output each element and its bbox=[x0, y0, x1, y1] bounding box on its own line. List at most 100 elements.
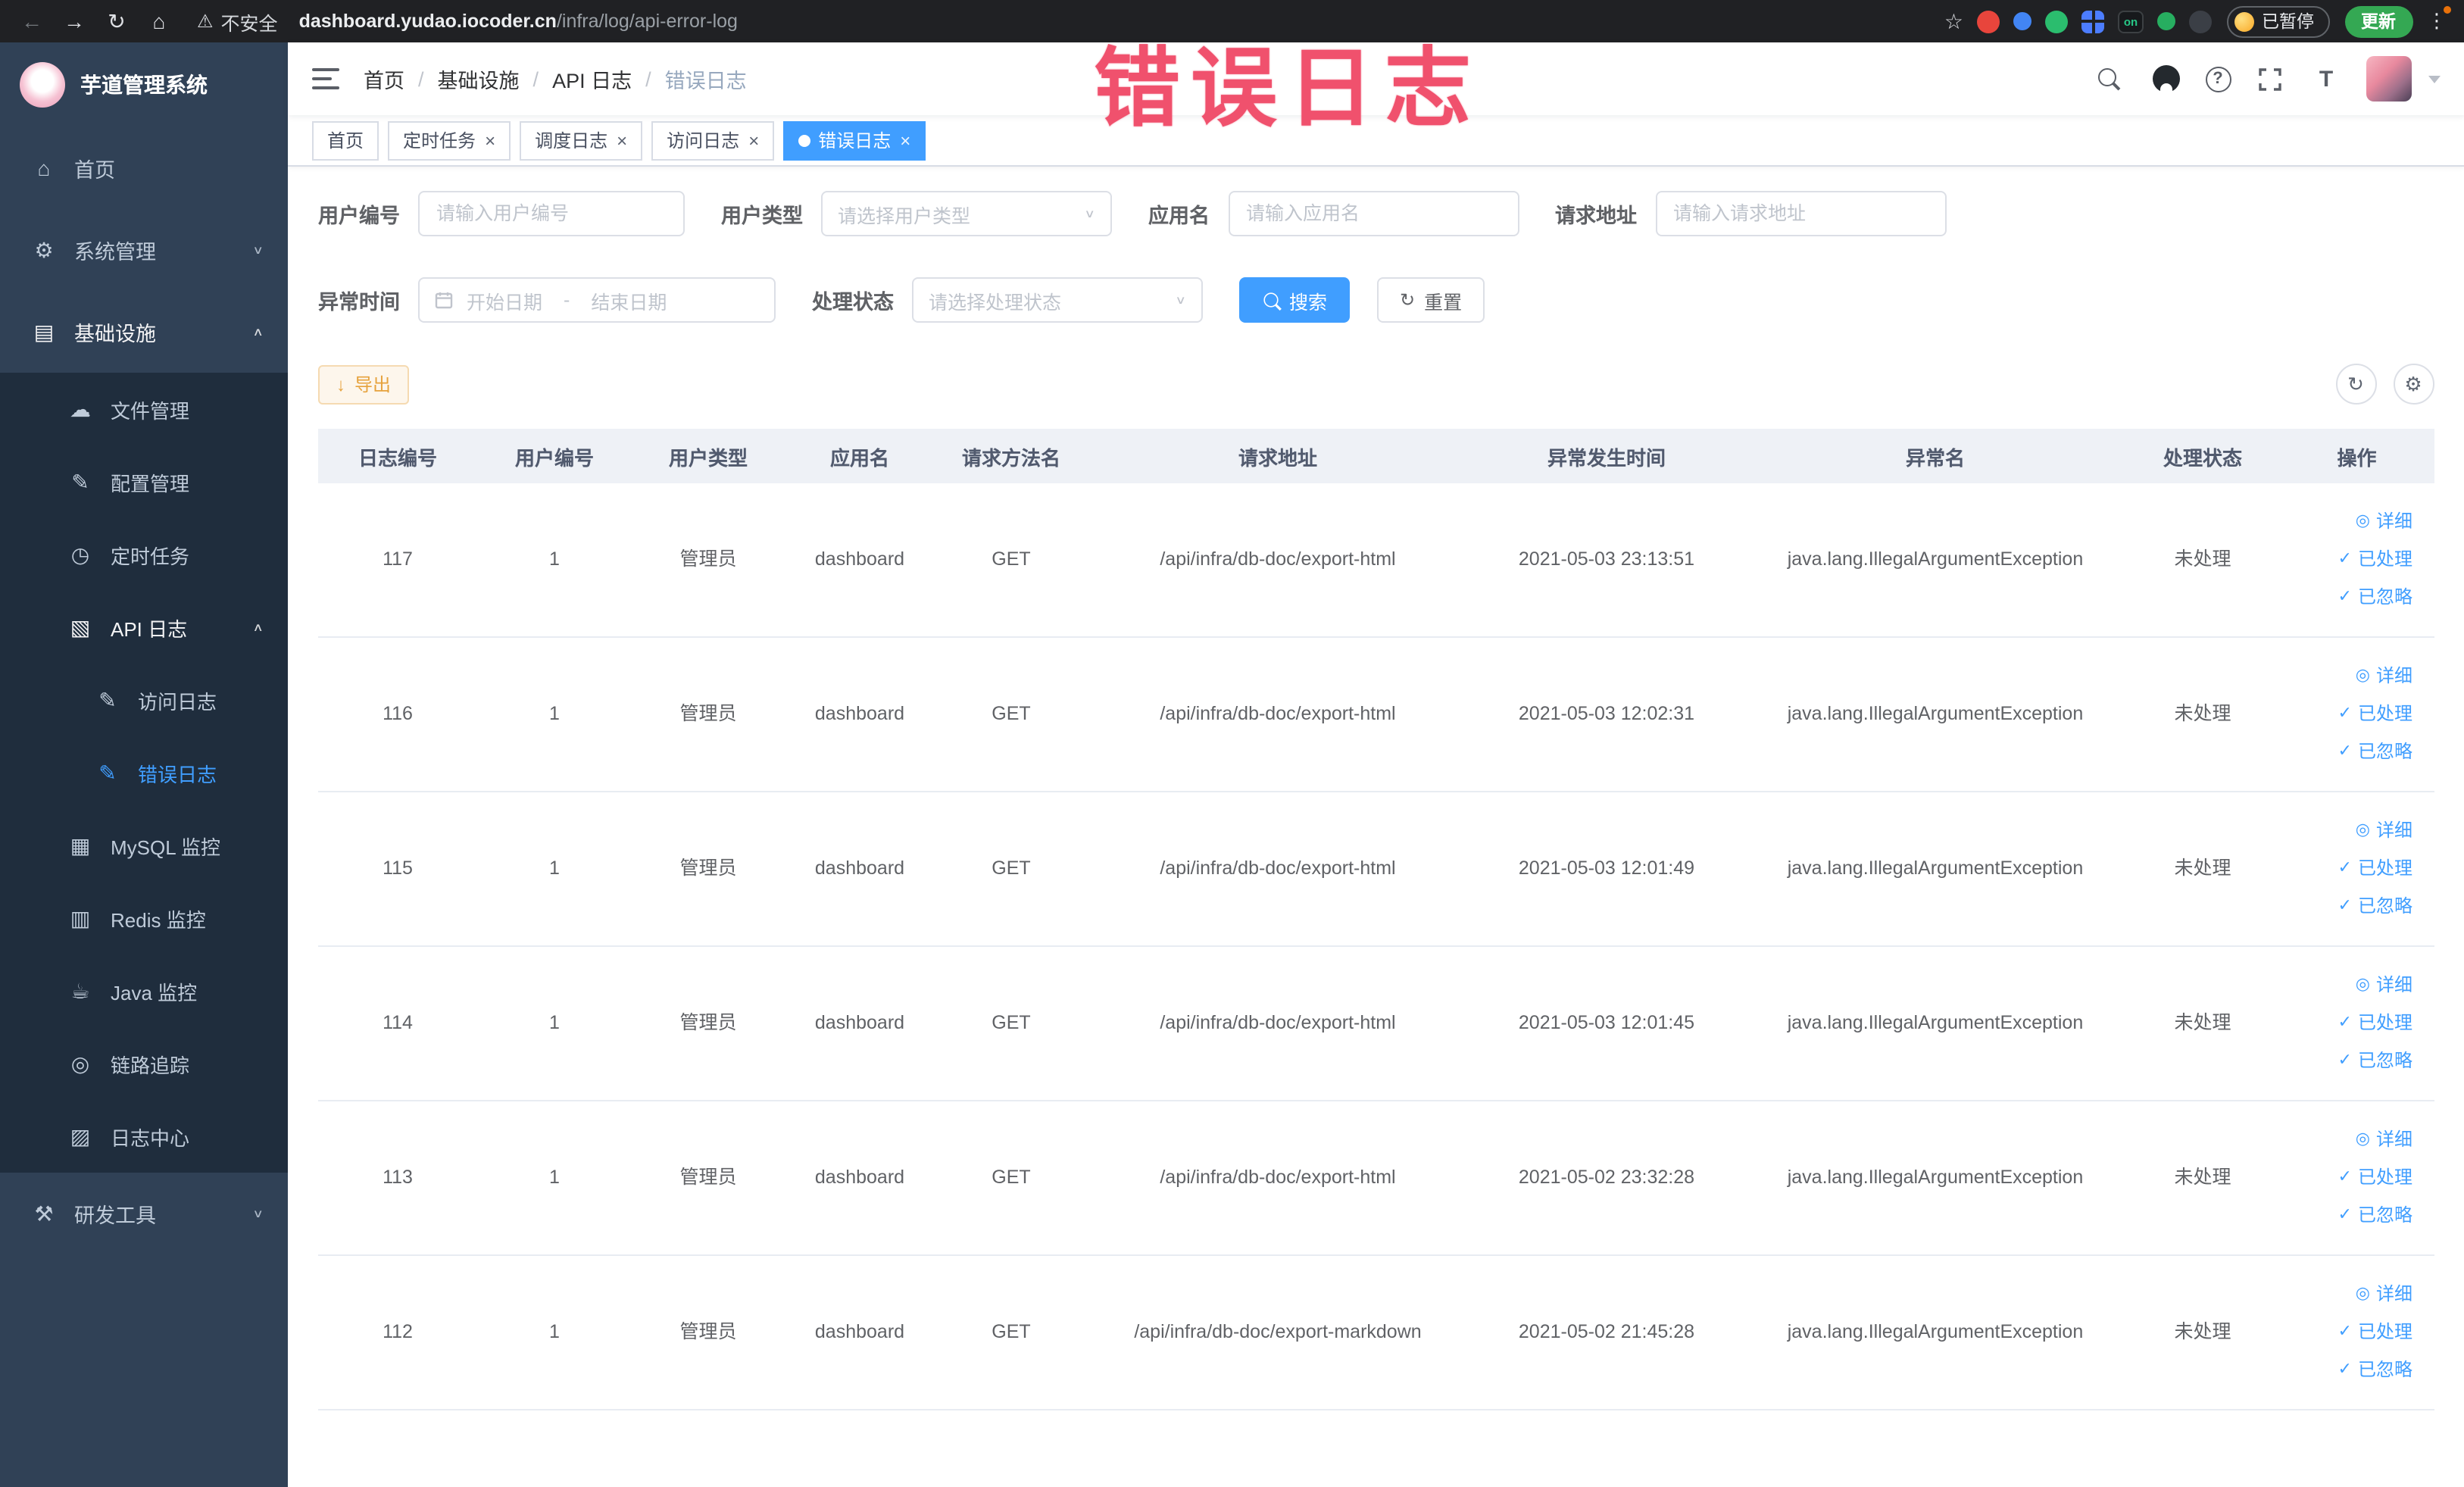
cell-user_id: 1 bbox=[549, 1167, 560, 1189]
cell-url: /api/infra/db-doc/export-html bbox=[1160, 1167, 1396, 1189]
exception-time-range-picker[interactable]: 开始日期 - 结束日期 bbox=[418, 277, 776, 323]
access-log-icon: ✎ bbox=[98, 687, 117, 711]
user-type-select[interactable]: 请选择用户类型 ∨ bbox=[821, 191, 1112, 236]
cell-user_type: 管理员 bbox=[679, 1167, 737, 1189]
hamburger-icon[interactable] bbox=[312, 68, 339, 89]
ignored-link[interactable]: ✓ 已忽略 bbox=[2338, 1197, 2412, 1235]
fullscreen-icon[interactable] bbox=[2253, 62, 2287, 95]
user-type-label: 用户类型 bbox=[721, 205, 803, 227]
sidebar-item-trace[interactable]: ◎ 链路追踪 bbox=[0, 1027, 288, 1100]
sidebar-item-log-center[interactable]: ▨ 日志中心 bbox=[0, 1100, 288, 1173]
cloud-icon: ☁ bbox=[70, 396, 91, 420]
browser-menu-icon[interactable]: ⋮ bbox=[2422, 3, 2452, 39]
extension-icon-6[interactable] bbox=[2157, 12, 2175, 30]
processed-link[interactable]: ✓ 已处理 bbox=[2338, 541, 2412, 579]
sidebar-item-dev-tools[interactable]: ⚒ 研发工具 ∨ bbox=[0, 1173, 288, 1254]
page-content: 用户编号 用户类型 请选择用户类型 ∨ 应用名 bbox=[288, 167, 2464, 1487]
edit-icon: ✎ bbox=[71, 469, 89, 493]
extension-icon-2[interactable] bbox=[2013, 12, 2031, 30]
ignored-link[interactable]: ✓ 已忽略 bbox=[2338, 1351, 2412, 1389]
ignored-link[interactable]: ✓ 已忽略 bbox=[2338, 579, 2412, 617]
update-button[interactable]: 更新 bbox=[2344, 5, 2412, 37]
help-icon[interactable]: ? bbox=[2205, 66, 2231, 92]
processed-link-label: 已处理 bbox=[2357, 1167, 2412, 1188]
sidebar-item-home[interactable]: ⌂ 首页 bbox=[0, 127, 288, 209]
sidebar-item-config[interactable]: ✎ 配置管理 bbox=[0, 445, 288, 518]
reset-button[interactable]: ↻ 重置 bbox=[1377, 277, 1485, 323]
processed-link[interactable]: ✓ 已处理 bbox=[2338, 1004, 2412, 1042]
tab-error-log[interactable]: 错误日志 × bbox=[783, 120, 926, 160]
cell-time: 2021-05-03 12:02:31 bbox=[1518, 703, 1695, 725]
ignored-link[interactable]: ✓ 已忽略 bbox=[2338, 1042, 2412, 1080]
sidebar-item-error-log[interactable]: ✎ 错误日志 bbox=[0, 736, 288, 809]
sidebar-item-mysql[interactable]: ▦ MySQL 监控 bbox=[0, 809, 288, 882]
processed-link[interactable]: ✓ 已处理 bbox=[2338, 1159, 2412, 1197]
forward-icon[interactable]: → bbox=[55, 3, 94, 39]
avatar[interactable] bbox=[2366, 56, 2411, 102]
extension-icon-7[interactable] bbox=[2189, 10, 2212, 33]
detail-link[interactable]: ◎ 详细 bbox=[2356, 658, 2412, 695]
check-icon: ✓ bbox=[2338, 588, 2352, 606]
close-icon[interactable]: × bbox=[617, 131, 627, 149]
detail-link[interactable]: ◎ 详细 bbox=[2356, 1276, 2412, 1314]
cell-method: GET bbox=[992, 858, 1031, 879]
sidebar-item-job[interactable]: ◷ 定时任务 bbox=[0, 518, 288, 591]
reload-icon[interactable]: ↻ bbox=[97, 3, 136, 39]
sidebar-item-java[interactable]: ☕ Java 监控 bbox=[0, 954, 288, 1027]
processed-link[interactable]: ✓ 已处理 bbox=[2338, 850, 2412, 888]
detail-link[interactable]: ◎ 详细 bbox=[2356, 812, 2412, 850]
tab-scheduled-jobs[interactable]: 定时任务 × bbox=[388, 120, 511, 160]
user-id-input[interactable] bbox=[418, 191, 685, 236]
home-icon[interactable]: ⌂ bbox=[139, 3, 179, 39]
chevron-down-icon[interactable] bbox=[2428, 75, 2440, 83]
github-icon[interactable] bbox=[2149, 62, 2182, 95]
ignored-link[interactable]: ✓ 已忽略 bbox=[2338, 888, 2412, 926]
check-icon: ✓ bbox=[2338, 1051, 2352, 1070]
detail-link[interactable]: ◎ 详细 bbox=[2356, 967, 2412, 1004]
column-header-actions: 操作 bbox=[2337, 446, 2377, 469]
sidebar-item-api-log[interactable]: ▧ API 日志 ∧ bbox=[0, 591, 288, 664]
extension-icon-5[interactable]: on bbox=[2118, 10, 2144, 33]
sidebar-item-file[interactable]: ☁ 文件管理 bbox=[0, 373, 288, 445]
processed-link[interactable]: ✓ 已处理 bbox=[2338, 695, 2412, 733]
extension-icon-3[interactable] bbox=[2045, 10, 2068, 33]
search-button[interactable]: 搜索 bbox=[1239, 277, 1351, 323]
export-button[interactable]: ↓ 导出 bbox=[318, 364, 410, 404]
breadcrumb-item[interactable]: 基础设施 bbox=[438, 64, 520, 94]
app-name-input[interactable] bbox=[1228, 191, 1519, 236]
processed-link[interactable]: ✓ 已处理 bbox=[2338, 1314, 2412, 1351]
sidebar-item-label: Redis 监控 bbox=[111, 908, 206, 931]
breadcrumb-item[interactable]: 首页 bbox=[364, 64, 404, 94]
breadcrumb-item[interactable]: API 日志 bbox=[552, 64, 632, 94]
back-icon[interactable]: ← bbox=[12, 3, 52, 39]
close-icon[interactable]: × bbox=[485, 131, 495, 149]
tab-home[interactable]: 首页 bbox=[312, 120, 379, 160]
cell-app_name: dashboard bbox=[814, 1321, 905, 1343]
sidebar-item-label: MySQL 监控 bbox=[111, 836, 220, 858]
bookmark-star-icon[interactable]: ☆ bbox=[1944, 3, 1963, 39]
sidebar-item-system[interactable]: ⚙ 系统管理 ∨ bbox=[0, 209, 288, 291]
process-status-select[interactable]: 请选择处理状态 ∨ bbox=[912, 277, 1203, 323]
cell-method: GET bbox=[992, 703, 1031, 725]
extension-icon-1[interactable] bbox=[1977, 10, 2000, 33]
close-icon[interactable]: × bbox=[748, 131, 759, 149]
search-icon[interactable] bbox=[2093, 62, 2126, 95]
url-bar[interactable]: dashboard.yudao.iocoder.cn/infra/log/api… bbox=[299, 11, 1926, 32]
paused-badge[interactable]: 已暂停 bbox=[2227, 5, 2329, 37]
sidebar-item-infra[interactable]: ▤ 基础设施 ∧ bbox=[0, 291, 288, 373]
sidebar-item-access-log[interactable]: ✎ 访问日志 bbox=[0, 664, 288, 736]
detail-link[interactable]: ◎ 详细 bbox=[2356, 1121, 2412, 1159]
ignored-link[interactable]: ✓ 已忽略 bbox=[2338, 733, 2412, 771]
request-url-input[interactable] bbox=[1655, 191, 1946, 236]
refresh-button[interactable]: ↻ bbox=[2335, 364, 2376, 405]
font-size-icon[interactable]: T bbox=[2309, 62, 2343, 95]
column-settings-button[interactable]: ⚙ bbox=[2393, 364, 2434, 405]
app-logo[interactable]: 芋道管理系统 bbox=[0, 42, 288, 127]
sidebar-item-redis[interactable]: ▥ Redis 监控 bbox=[0, 882, 288, 954]
extension-icon-4[interactable] bbox=[2081, 10, 2104, 33]
detail-link[interactable]: ◎ 详细 bbox=[2356, 503, 2412, 541]
tab-access-log[interactable]: 访问日志 × bbox=[651, 120, 775, 160]
close-icon[interactable]: × bbox=[900, 131, 910, 149]
tab-job-log[interactable]: 调度日志 × bbox=[520, 120, 643, 160]
security-chip[interactable]: ⚠ 不安全 bbox=[197, 7, 278, 36]
